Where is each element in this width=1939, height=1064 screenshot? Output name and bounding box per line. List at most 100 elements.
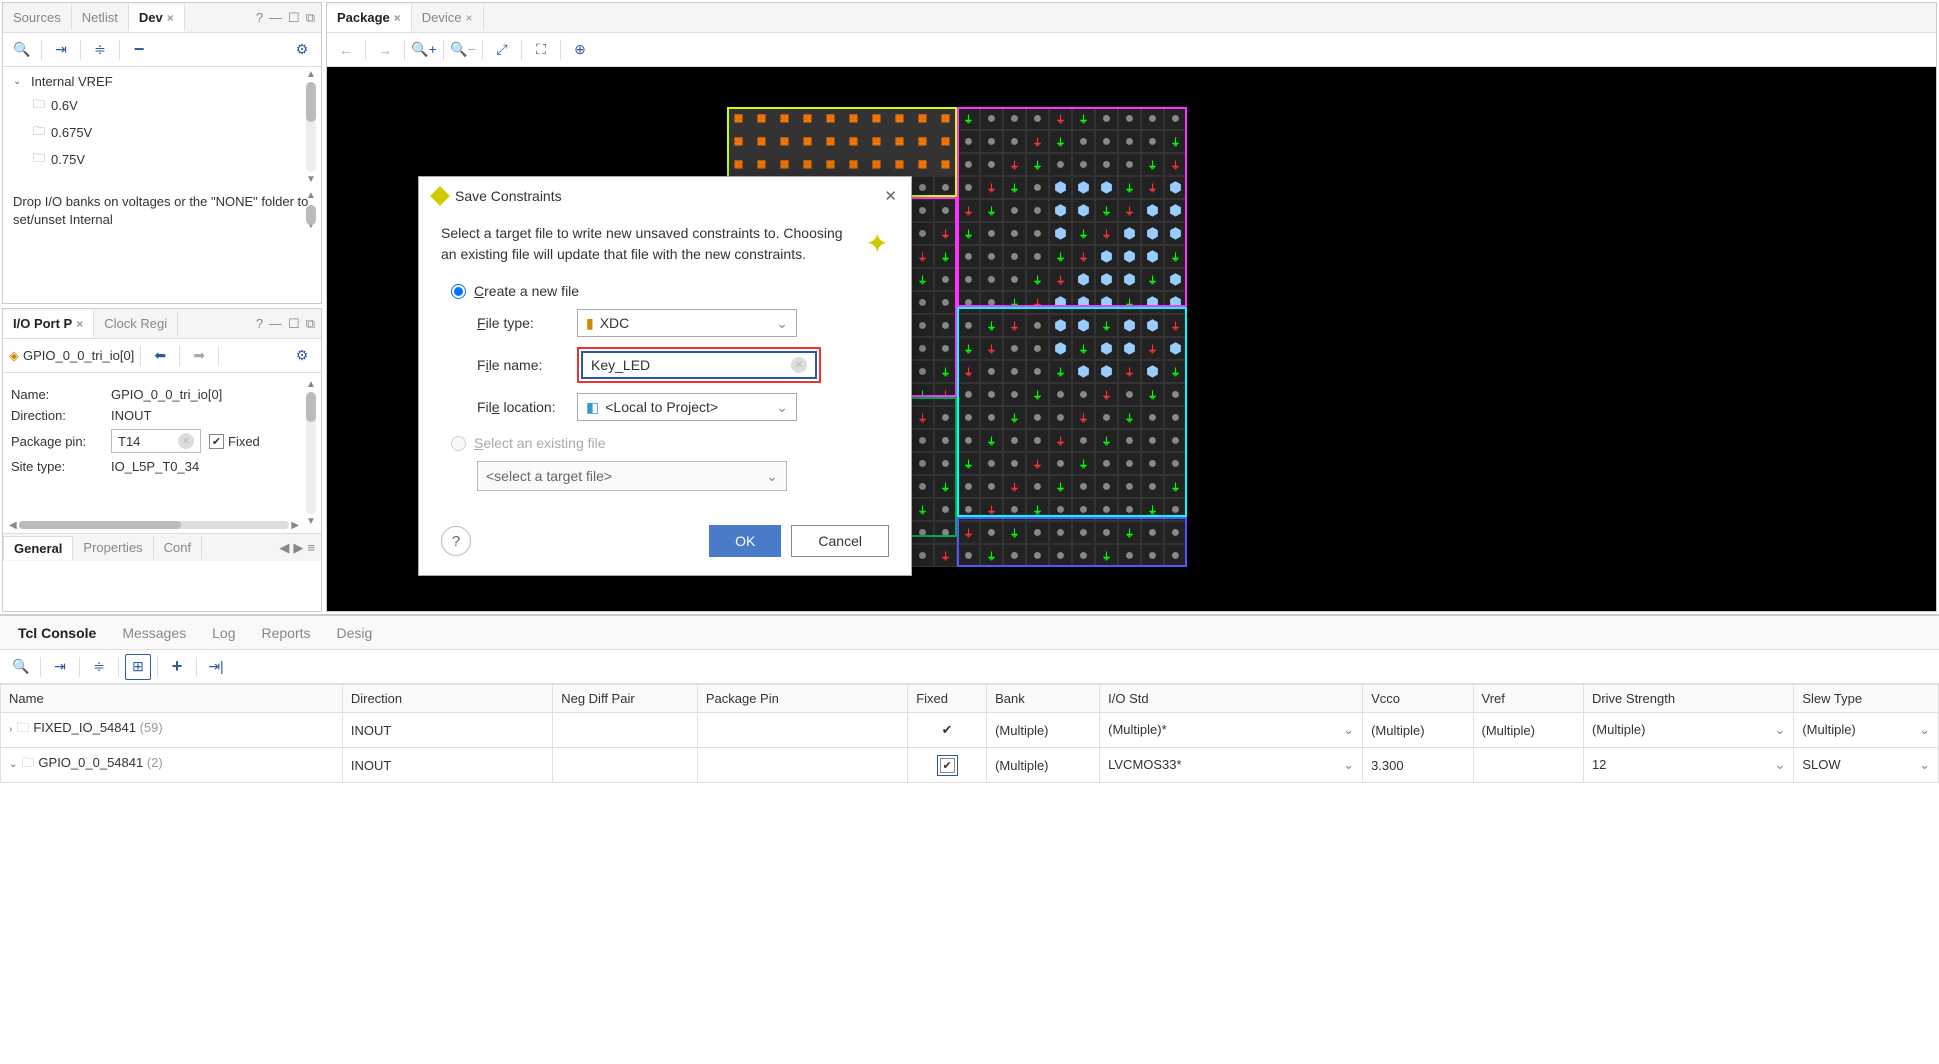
maximize-icon[interactable]: ☐ (288, 316, 300, 332)
nav-right-icon[interactable]: ▶ (293, 540, 303, 556)
scroll-down-icon[interactable]: ▼ (304, 514, 318, 529)
tab-netlist[interactable]: Netlist (72, 5, 129, 30)
collapse-icon[interactable]: ⇥ (48, 37, 74, 63)
help-icon[interactable]: ? (256, 316, 263, 331)
tab-package[interactable]: Package× (327, 5, 412, 32)
tab-io-port[interactable]: I/O Port P× (3, 311, 94, 338)
expand-icon[interactable]: ≑ (86, 654, 112, 680)
scroll-left-icon[interactable]: ◀ (7, 518, 19, 533)
chevron-down-icon[interactable]: ⌄ (1774, 757, 1785, 773)
tab-device[interactable]: Device× (412, 5, 484, 30)
menu-icon[interactable]: ≡ (307, 540, 315, 556)
col-fixed[interactable]: Fixed (908, 685, 987, 713)
restore-icon[interactable]: ⧉ (306, 316, 315, 332)
col-direction[interactable]: Direction (342, 685, 552, 713)
forward-icon[interactable]: → (372, 37, 398, 63)
chevron-down-icon[interactable]: ⌄ (1774, 722, 1785, 738)
fit-icon[interactable]: ⤢ (489, 37, 515, 63)
radio-create-input[interactable] (451, 284, 466, 299)
tree-root[interactable]: ⌄ Internal VREF (7, 71, 317, 92)
col-vref[interactable]: Vref (1473, 685, 1583, 713)
col-bank[interactable]: Bank (987, 685, 1100, 713)
scroll-up-icon[interactable]: ▲ (304, 187, 318, 205)
back-icon[interactable]: ← (333, 37, 359, 63)
back-icon[interactable]: ⬅ (147, 343, 173, 369)
clear-icon[interactable]: ✕ (178, 433, 194, 449)
tab-design[interactable]: Desig (325, 619, 385, 647)
minimize-icon[interactable]: — (269, 316, 282, 331)
minimize-icon[interactable]: — (269, 10, 282, 25)
tab-messages[interactable]: Messages (110, 619, 198, 647)
col-io-std[interactable]: I/O Std (1100, 685, 1363, 713)
col-neg-diff[interactable]: Neg Diff Pair (553, 685, 698, 713)
tree-item[interactable]: 🗀 0.675V (7, 119, 317, 146)
fixed-checkbox[interactable] (209, 434, 224, 449)
chevron-down-icon[interactable]: ⌄ (776, 399, 788, 416)
chevron-down-icon[interactable]: ⌄ (1343, 722, 1354, 738)
table-row[interactable]: ›🗀FIXED_IO_54841 (59) INOUT ✔ (Multiple)… (1, 713, 1939, 748)
tab-log[interactable]: Log (200, 619, 247, 647)
remove-icon[interactable]: − (126, 37, 152, 63)
zoom-area-icon[interactable]: ⛶ (528, 37, 554, 63)
file-type-select[interactable]: ▮ XDC ⌄ (577, 309, 797, 337)
tab-clock-regi[interactable]: Clock Regi (94, 311, 178, 336)
expand-icon[interactable]: ≑ (87, 37, 113, 63)
scroll-up-icon[interactable]: ▲ (304, 67, 318, 82)
clear-icon[interactable]: ✕ (791, 357, 807, 373)
tab-general[interactable]: General (3, 536, 73, 560)
export-icon[interactable]: ⇥| (203, 654, 229, 680)
maximize-icon[interactable]: ☐ (288, 10, 300, 26)
close-icon[interactable]: × (394, 11, 401, 25)
table-row[interactable]: ⌄🗀GPIO_0_0_54841 (2) INOUT (Multiple) LV… (1, 748, 1939, 783)
tab-sources[interactable]: Sources (3, 5, 72, 30)
fixed-checkbox[interactable] (940, 758, 955, 773)
radio-select-existing[interactable]: Select an existing file (451, 435, 889, 451)
nav-left-icon[interactable]: ◀ (279, 540, 289, 556)
file-name-input[interactable]: Key_LED ✕ (581, 351, 817, 379)
cancel-button[interactable]: Cancel (791, 525, 889, 557)
group-icon[interactable]: ⊞ (125, 654, 151, 680)
search-icon[interactable]: 🔍 (8, 654, 34, 680)
collapse-icon[interactable]: ⇥ (47, 654, 73, 680)
scroll-right-icon[interactable]: ▶ (289, 518, 301, 533)
add-icon[interactable]: + (164, 654, 190, 680)
tab-properties[interactable]: Properties (73, 536, 153, 559)
help-icon[interactable]: ? (256, 10, 263, 25)
tab-reports[interactable]: Reports (249, 619, 322, 647)
col-name[interactable]: Name (1, 685, 343, 713)
gear-icon[interactable]: ⚙ (289, 37, 315, 63)
file-type-label: File type: (477, 315, 577, 331)
close-icon[interactable]: × (167, 11, 174, 25)
close-icon[interactable]: × (466, 11, 473, 25)
chevron-down-icon[interactable]: ⌄ (1919, 722, 1930, 738)
zoom-out-icon[interactable]: 🔍− (450, 37, 476, 63)
gear-icon[interactable]: ⚙ (289, 343, 315, 369)
col-package-pin[interactable]: Package Pin (697, 685, 907, 713)
chevron-down-icon[interactable]: ⌄ (776, 315, 788, 332)
close-icon[interactable]: × (76, 317, 83, 331)
col-vcco[interactable]: Vcco (1363, 685, 1473, 713)
package-pin-input[interactable]: T14✕ (111, 429, 201, 453)
col-drive-strength[interactable]: Drive Strength (1583, 685, 1793, 713)
search-icon[interactable]: 🔍 (9, 37, 35, 63)
tree-item[interactable]: 🗀 0.75V (7, 146, 317, 173)
tab-tcl-console[interactable]: Tcl Console (6, 619, 108, 647)
tab-dev[interactable]: Dev× (129, 5, 185, 32)
close-icon[interactable]: ✕ (884, 187, 897, 205)
tree-item[interactable]: 🗀 0.6V (7, 92, 317, 119)
center-icon[interactable]: ⊕ (567, 37, 593, 63)
scroll-down-icon[interactable]: ▼ (304, 172, 318, 187)
zoom-in-icon[interactable]: 🔍+ (411, 37, 437, 63)
file-location-select[interactable]: ◧ <Local to Project> ⌄ (577, 393, 797, 421)
help-button[interactable]: ? (441, 526, 471, 556)
chevron-down-icon[interactable]: ⌄ (1919, 757, 1930, 773)
chevron-down-icon[interactable]: ⌄ (9, 759, 17, 770)
ok-button[interactable]: OK (709, 525, 781, 557)
chevron-right-icon[interactable]: › (9, 724, 12, 735)
radio-create-new[interactable]: Create a new file (451, 283, 889, 299)
scroll-up-icon[interactable]: ▲ (304, 377, 318, 392)
tab-conf[interactable]: Conf (154, 536, 202, 559)
chevron-down-icon[interactable]: ⌄ (1343, 757, 1354, 773)
restore-icon[interactable]: ⧉ (306, 10, 315, 26)
col-slew-type[interactable]: Slew Type (1794, 685, 1939, 713)
